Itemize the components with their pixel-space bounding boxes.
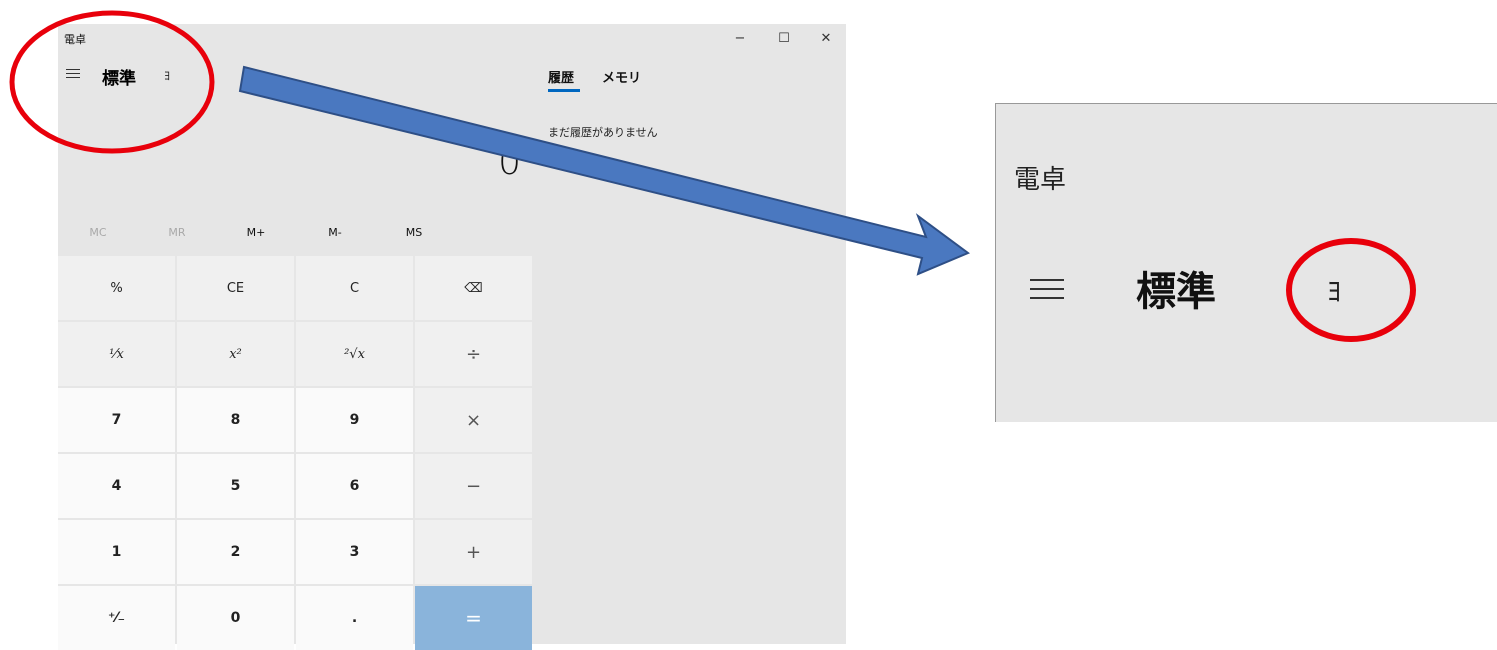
highlight-circle <box>9 10 215 154</box>
annotation-overlay <box>9 10 1416 342</box>
pointer-arrow <box>238 65 971 276</box>
zoom-highlight-circle <box>1286 238 1416 342</box>
